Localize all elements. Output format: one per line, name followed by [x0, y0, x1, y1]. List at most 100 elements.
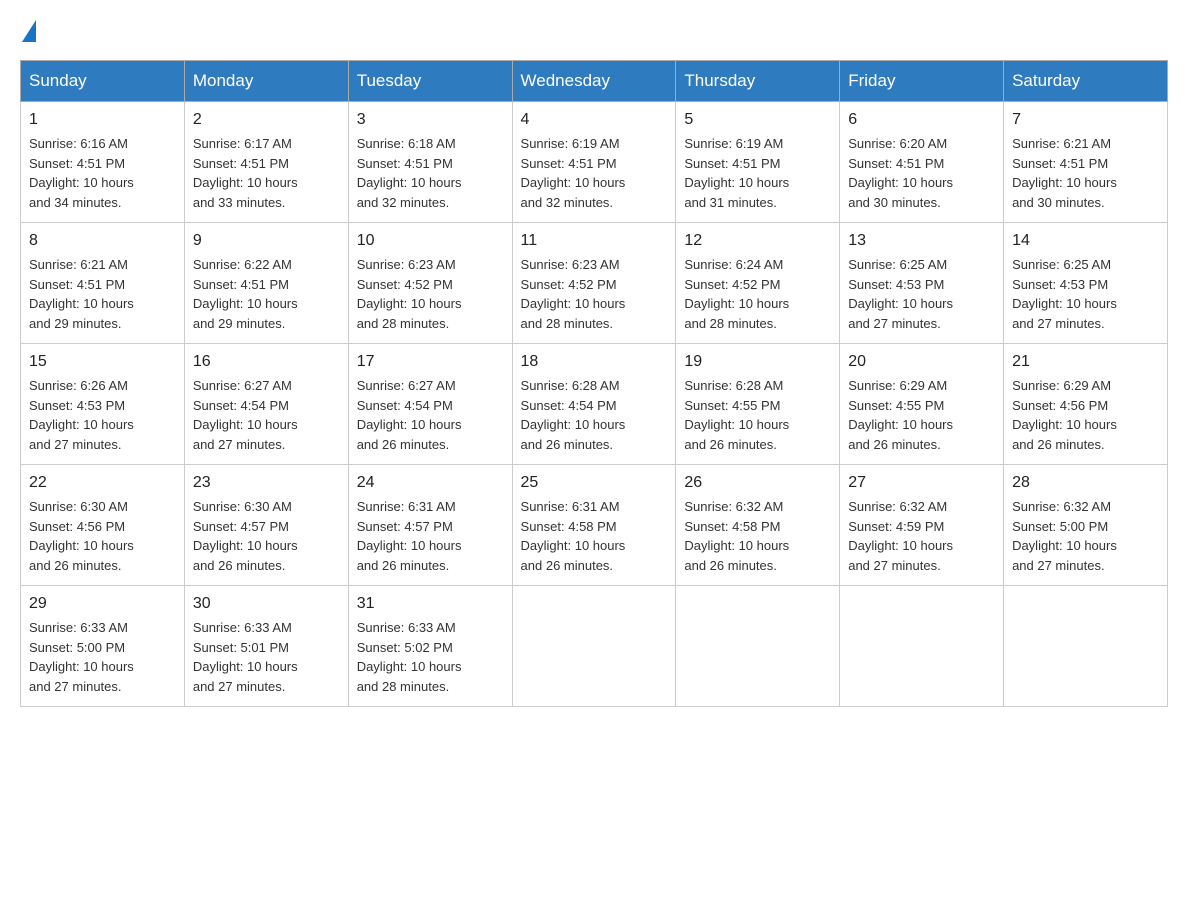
day-info: Sunrise: 6:19 AM Sunset: 4:51 PM Dayligh…: [521, 136, 626, 210]
day-info: Sunrise: 6:31 AM Sunset: 4:57 PM Dayligh…: [357, 499, 462, 573]
day-number: 29: [29, 592, 176, 616]
calendar-cell: 1 Sunrise: 6:16 AM Sunset: 4:51 PM Dayli…: [21, 102, 185, 223]
calendar-cell: [676, 586, 840, 707]
day-info: Sunrise: 6:25 AM Sunset: 4:53 PM Dayligh…: [1012, 257, 1117, 331]
day-number: 20: [848, 350, 995, 374]
day-info: Sunrise: 6:17 AM Sunset: 4:51 PM Dayligh…: [193, 136, 298, 210]
day-info: Sunrise: 6:29 AM Sunset: 4:56 PM Dayligh…: [1012, 378, 1117, 452]
day-info: Sunrise: 6:22 AM Sunset: 4:51 PM Dayligh…: [193, 257, 298, 331]
calendar-cell: 6 Sunrise: 6:20 AM Sunset: 4:51 PM Dayli…: [840, 102, 1004, 223]
calendar-cell: 18 Sunrise: 6:28 AM Sunset: 4:54 PM Dayl…: [512, 344, 676, 465]
calendar-cell: 5 Sunrise: 6:19 AM Sunset: 4:51 PM Dayli…: [676, 102, 840, 223]
day-number: 12: [684, 229, 831, 253]
day-number: 10: [357, 229, 504, 253]
day-number: 3: [357, 108, 504, 132]
calendar-cell: 28 Sunrise: 6:32 AM Sunset: 5:00 PM Dayl…: [1004, 465, 1168, 586]
calendar-cell: 23 Sunrise: 6:30 AM Sunset: 4:57 PM Dayl…: [184, 465, 348, 586]
calendar-week-row: 8 Sunrise: 6:21 AM Sunset: 4:51 PM Dayli…: [21, 223, 1168, 344]
calendar-cell: 3 Sunrise: 6:18 AM Sunset: 4:51 PM Dayli…: [348, 102, 512, 223]
day-info: Sunrise: 6:19 AM Sunset: 4:51 PM Dayligh…: [684, 136, 789, 210]
day-number: 6: [848, 108, 995, 132]
calendar-week-row: 29 Sunrise: 6:33 AM Sunset: 5:00 PM Dayl…: [21, 586, 1168, 707]
day-number: 5: [684, 108, 831, 132]
day-number: 16: [193, 350, 340, 374]
day-number: 9: [193, 229, 340, 253]
calendar-cell: 8 Sunrise: 6:21 AM Sunset: 4:51 PM Dayli…: [21, 223, 185, 344]
weekday-header-saturday: Saturday: [1004, 61, 1168, 102]
calendar-cell: 27 Sunrise: 6:32 AM Sunset: 4:59 PM Dayl…: [840, 465, 1004, 586]
day-number: 14: [1012, 229, 1159, 253]
day-number: 13: [848, 229, 995, 253]
day-info: Sunrise: 6:18 AM Sunset: 4:51 PM Dayligh…: [357, 136, 462, 210]
day-info: Sunrise: 6:28 AM Sunset: 4:54 PM Dayligh…: [521, 378, 626, 452]
day-number: 22: [29, 471, 176, 495]
calendar-cell: 13 Sunrise: 6:25 AM Sunset: 4:53 PM Dayl…: [840, 223, 1004, 344]
day-info: Sunrise: 6:23 AM Sunset: 4:52 PM Dayligh…: [521, 257, 626, 331]
day-info: Sunrise: 6:32 AM Sunset: 4:58 PM Dayligh…: [684, 499, 789, 573]
logo: [20, 20, 36, 40]
day-info: Sunrise: 6:21 AM Sunset: 4:51 PM Dayligh…: [1012, 136, 1117, 210]
calendar-cell: 7 Sunrise: 6:21 AM Sunset: 4:51 PM Dayli…: [1004, 102, 1168, 223]
day-info: Sunrise: 6:28 AM Sunset: 4:55 PM Dayligh…: [684, 378, 789, 452]
day-info: Sunrise: 6:27 AM Sunset: 4:54 PM Dayligh…: [357, 378, 462, 452]
day-number: 2: [193, 108, 340, 132]
calendar-cell: 30 Sunrise: 6:33 AM Sunset: 5:01 PM Dayl…: [184, 586, 348, 707]
calendar-header-row: SundayMondayTuesdayWednesdayThursdayFrid…: [21, 61, 1168, 102]
calendar-cell: 10 Sunrise: 6:23 AM Sunset: 4:52 PM Dayl…: [348, 223, 512, 344]
calendar-cell: 17 Sunrise: 6:27 AM Sunset: 4:54 PM Dayl…: [348, 344, 512, 465]
weekday-header-friday: Friday: [840, 61, 1004, 102]
calendar-cell: 16 Sunrise: 6:27 AM Sunset: 4:54 PM Dayl…: [184, 344, 348, 465]
day-number: 11: [521, 229, 668, 253]
weekday-header-thursday: Thursday: [676, 61, 840, 102]
day-number: 25: [521, 471, 668, 495]
calendar-cell: 2 Sunrise: 6:17 AM Sunset: 4:51 PM Dayli…: [184, 102, 348, 223]
calendar-week-row: 15 Sunrise: 6:26 AM Sunset: 4:53 PM Dayl…: [21, 344, 1168, 465]
day-number: 19: [684, 350, 831, 374]
calendar-cell: 14 Sunrise: 6:25 AM Sunset: 4:53 PM Dayl…: [1004, 223, 1168, 344]
calendar-cell: [1004, 586, 1168, 707]
day-info: Sunrise: 6:26 AM Sunset: 4:53 PM Dayligh…: [29, 378, 134, 452]
calendar-cell: [512, 586, 676, 707]
day-info: Sunrise: 6:27 AM Sunset: 4:54 PM Dayligh…: [193, 378, 298, 452]
day-info: Sunrise: 6:33 AM Sunset: 5:02 PM Dayligh…: [357, 620, 462, 694]
calendar-cell: 31 Sunrise: 6:33 AM Sunset: 5:02 PM Dayl…: [348, 586, 512, 707]
calendar-week-row: 1 Sunrise: 6:16 AM Sunset: 4:51 PM Dayli…: [21, 102, 1168, 223]
day-info: Sunrise: 6:32 AM Sunset: 4:59 PM Dayligh…: [848, 499, 953, 573]
day-number: 18: [521, 350, 668, 374]
weekday-header-monday: Monday: [184, 61, 348, 102]
day-number: 8: [29, 229, 176, 253]
calendar-cell: 20 Sunrise: 6:29 AM Sunset: 4:55 PM Dayl…: [840, 344, 1004, 465]
calendar-cell: 24 Sunrise: 6:31 AM Sunset: 4:57 PM Dayl…: [348, 465, 512, 586]
day-info: Sunrise: 6:16 AM Sunset: 4:51 PM Dayligh…: [29, 136, 134, 210]
calendar-cell: 25 Sunrise: 6:31 AM Sunset: 4:58 PM Dayl…: [512, 465, 676, 586]
calendar-cell: 11 Sunrise: 6:23 AM Sunset: 4:52 PM Dayl…: [512, 223, 676, 344]
day-info: Sunrise: 6:30 AM Sunset: 4:57 PM Dayligh…: [193, 499, 298, 573]
day-number: 17: [357, 350, 504, 374]
weekday-header-wednesday: Wednesday: [512, 61, 676, 102]
calendar-cell: 21 Sunrise: 6:29 AM Sunset: 4:56 PM Dayl…: [1004, 344, 1168, 465]
day-info: Sunrise: 6:31 AM Sunset: 4:58 PM Dayligh…: [521, 499, 626, 573]
day-number: 31: [357, 592, 504, 616]
day-info: Sunrise: 6:23 AM Sunset: 4:52 PM Dayligh…: [357, 257, 462, 331]
calendar-cell: 15 Sunrise: 6:26 AM Sunset: 4:53 PM Dayl…: [21, 344, 185, 465]
day-number: 7: [1012, 108, 1159, 132]
calendar-cell: 9 Sunrise: 6:22 AM Sunset: 4:51 PM Dayli…: [184, 223, 348, 344]
day-number: 28: [1012, 471, 1159, 495]
calendar-cell: 19 Sunrise: 6:28 AM Sunset: 4:55 PM Dayl…: [676, 344, 840, 465]
day-info: Sunrise: 6:20 AM Sunset: 4:51 PM Dayligh…: [848, 136, 953, 210]
calendar-cell: 12 Sunrise: 6:24 AM Sunset: 4:52 PM Dayl…: [676, 223, 840, 344]
day-info: Sunrise: 6:24 AM Sunset: 4:52 PM Dayligh…: [684, 257, 789, 331]
logo-triangle-icon: [22, 20, 36, 42]
day-number: 23: [193, 471, 340, 495]
day-number: 30: [193, 592, 340, 616]
calendar-table: SundayMondayTuesdayWednesdayThursdayFrid…: [20, 60, 1168, 707]
day-info: Sunrise: 6:32 AM Sunset: 5:00 PM Dayligh…: [1012, 499, 1117, 573]
calendar-cell: 4 Sunrise: 6:19 AM Sunset: 4:51 PM Dayli…: [512, 102, 676, 223]
weekday-header-tuesday: Tuesday: [348, 61, 512, 102]
day-info: Sunrise: 6:33 AM Sunset: 5:00 PM Dayligh…: [29, 620, 134, 694]
day-number: 21: [1012, 350, 1159, 374]
day-number: 4: [521, 108, 668, 132]
calendar-cell: 29 Sunrise: 6:33 AM Sunset: 5:00 PM Dayl…: [21, 586, 185, 707]
day-number: 27: [848, 471, 995, 495]
calendar-cell: 22 Sunrise: 6:30 AM Sunset: 4:56 PM Dayl…: [21, 465, 185, 586]
